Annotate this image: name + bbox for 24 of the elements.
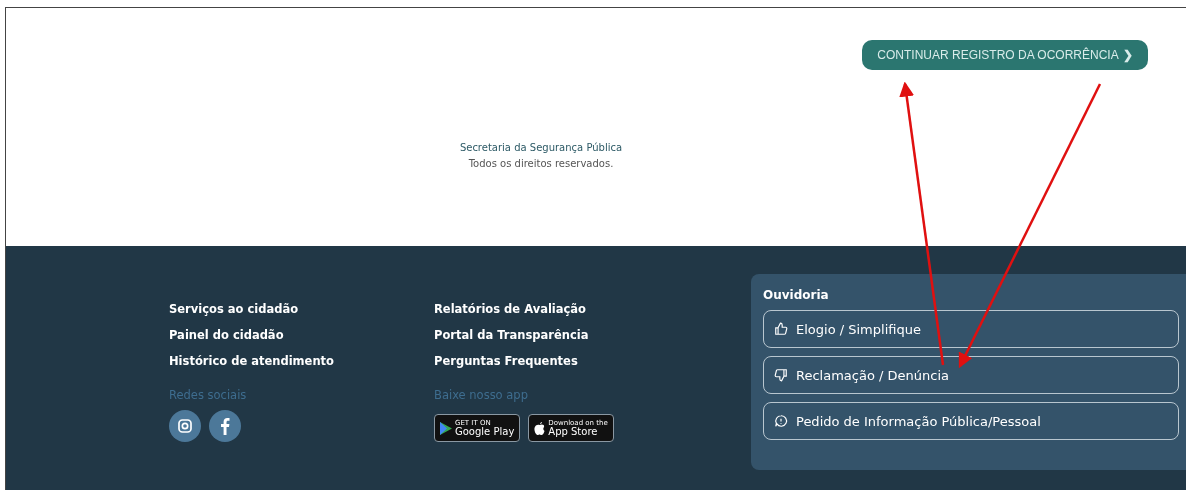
continue-registration-button[interactable]: CONTINUAR REGISTRO DA OCORRÊNCIA ❯ (862, 40, 1148, 70)
footer-link[interactable]: Portal da Transparência (434, 322, 699, 348)
ombudsman-button[interactable]: Elogio / Simplifique (763, 310, 1179, 348)
ombudsman-button[interactable]: Reclamação / Denúncia (763, 356, 1179, 394)
instagram-icon (177, 418, 193, 434)
footer-link[interactable]: Perguntas Frequentes (434, 348, 699, 374)
footer-link[interactable]: Histórico de atendimento (169, 348, 434, 374)
footer-link[interactable]: Relatórios de Avaliação (434, 296, 699, 322)
facebook-icon (220, 417, 230, 435)
footer-link[interactable]: Painel do cidadão (169, 322, 434, 348)
panel-title: Ouvidoria (763, 288, 830, 302)
ombudsman-button[interactable]: Pedido de Informação Pública/Pessoal (763, 402, 1179, 440)
section-heading: Redes sociais (169, 388, 248, 402)
social-button[interactable] (209, 410, 241, 442)
thumbs-up-icon (774, 322, 788, 336)
play-triangle-icon (440, 421, 452, 435)
footer-link[interactable]: Serviços ao cidadão (169, 296, 434, 322)
section-heading: Baixe nosso app (434, 388, 529, 402)
apple-icon (534, 421, 546, 435)
speech-bubble-icon (774, 414, 788, 428)
social-button[interactable] (169, 410, 201, 442)
thumbs-down-icon (774, 368, 788, 382)
organization-name: Secretaria da Segurança Pública (459, 141, 623, 155)
copyright-text: Todos os direitos reservados. (468, 157, 614, 171)
